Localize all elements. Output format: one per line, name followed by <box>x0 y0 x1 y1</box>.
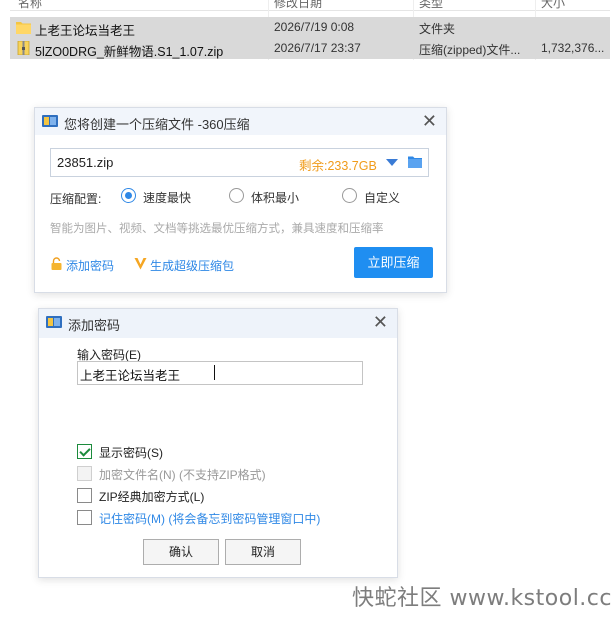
radio-unselected-icon <box>342 188 357 203</box>
radio-unselected-icon <box>229 188 244 203</box>
browse-folder-icon[interactable] <box>408 155 422 168</box>
radio-selected-icon <box>121 188 136 203</box>
compress-hint: 智能为图片、视频、文档等挑选最优压缩方式，兼具速度和压缩率 <box>50 223 384 235</box>
v-badge-icon <box>134 258 147 270</box>
360-zip-app-icon <box>42 115 58 127</box>
checkbox-label: 显示密码(S) <box>99 446 163 460</box>
archive-filename: 23851.zip <box>57 155 114 170</box>
column-header-size[interactable]: 大小 <box>541 0 565 10</box>
checkbox-unchecked-icon <box>77 510 92 525</box>
compress-dialog: 您将创建一个压缩文件 -360压缩 ✕ 23851.zip 剩余:233.7GB… <box>34 107 447 293</box>
checkbox-label: 加密文件名(N) (不支持ZIP格式) <box>99 468 266 482</box>
file-type: 压缩(zipped)文件... <box>419 43 521 57</box>
checkbox-checked-icon <box>77 444 92 459</box>
file-type: 文件夹 <box>419 22 456 36</box>
confirm-button[interactable]: 确认 <box>143 539 219 565</box>
compress-now-button[interactable]: 立即压缩 <box>354 247 433 278</box>
file-list: 名称 修改日期 类型 大小 上老王论坛当老王 2026/7/19 0:08 文件… <box>10 0 610 60</box>
file-row-zip[interactable]: 5lZO0DRG_新鲜物语.S1_1.07.zip 2026/7/17 23:3… <box>10 38 610 59</box>
radio-label: 速度最快 <box>143 191 192 205</box>
checkbox-disabled-icon <box>77 466 92 481</box>
text-caret <box>214 365 215 380</box>
password-dialog-titlebar[interactable]: 添加密码 ✕ <box>39 309 397 338</box>
compress-dialog-title: 您将创建一个压缩文件 -360压缩 <box>64 117 250 132</box>
file-date: 2026/7/19 0:08 <box>274 20 355 34</box>
cancel-button[interactable]: 取消 <box>225 539 301 565</box>
add-password-link[interactable]: 添加密码 <box>50 257 114 274</box>
add-password-dialog: 添加密码 ✕ 输入密码(E) 上老王论坛当老王 显示密码(S) 加密文件名(N)… <box>38 308 398 578</box>
compress-config-label: 压缩配置: <box>50 192 102 206</box>
zip-file-icon <box>17 41 30 55</box>
file-size: 1,732,376... <box>541 41 605 55</box>
file-list-header: 名称 修改日期 类型 大小 <box>10 0 610 11</box>
file-name: 上老王论坛当老王 <box>35 24 136 38</box>
column-header-name[interactable]: 名称 <box>18 0 42 10</box>
password-input[interactable]: 上老王论坛当老王 <box>77 361 363 385</box>
archive-path-input[interactable]: 23851.zip 剩余:233.7GB <box>50 148 429 177</box>
folder-icon <box>16 22 31 34</box>
password-value: 上老王论坛当老王 <box>80 369 181 383</box>
close-icon[interactable]: ✕ <box>422 111 437 131</box>
file-name: 5lZO0DRG_新鲜物语.S1_1.07.zip <box>35 45 224 59</box>
radio-label: 自定义 <box>364 191 401 205</box>
super-compress-link[interactable]: 生成超级压缩包 <box>134 257 234 274</box>
file-row-folder[interactable]: 上老王论坛当老王 2026/7/19 0:08 文件夹 <box>10 17 610 38</box>
free-space-label: 剩余:233.7GB <box>299 159 377 173</box>
compress-dialog-titlebar[interactable]: 您将创建一个压缩文件 -360压缩 ✕ <box>35 108 446 135</box>
file-date: 2026/7/17 23:37 <box>274 41 361 55</box>
360-zip-app-icon <box>46 316 62 328</box>
checkbox-label: 记住密码(M) (将会备忘到密码管理窗口中) <box>99 512 321 526</box>
radio-label: 体积最小 <box>251 191 300 205</box>
checkbox-label: ZIP经典加密方式(L) <box>99 490 205 504</box>
watermark: 快蛇社区 www.kstool.cc <box>352 586 612 611</box>
super-compress-label: 生成超级压缩包 <box>150 259 235 273</box>
add-password-label: 添加密码 <box>66 259 115 273</box>
column-header-date[interactable]: 修改日期 <box>274 0 322 10</box>
password-dialog-title: 添加密码 <box>68 318 121 333</box>
checkbox-unchecked-icon <box>77 488 92 503</box>
column-header-type[interactable]: 类型 <box>419 0 443 10</box>
lock-icon <box>51 257 62 270</box>
chevron-down-icon[interactable] <box>386 159 398 166</box>
close-icon[interactable]: ✕ <box>373 312 388 332</box>
